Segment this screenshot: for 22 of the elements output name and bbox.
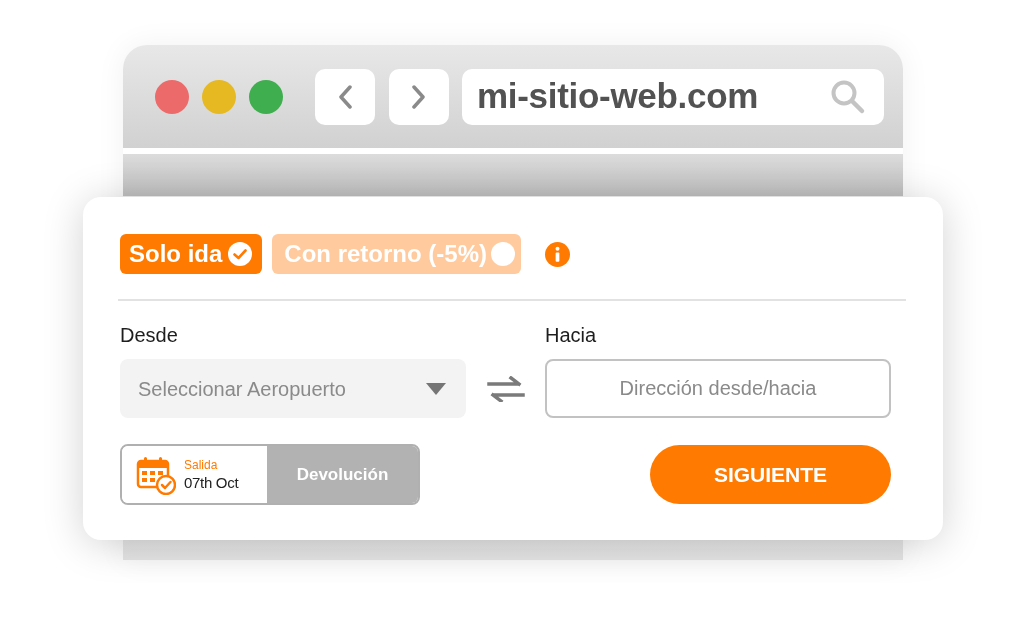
field-label: Desde: [120, 323, 179, 347]
caret-down-icon: [426, 382, 446, 395]
trip-option[interactable]: Con retorno (-5%): [272, 234, 521, 274]
next-button[interactable]: SIGUIENTE: [650, 445, 891, 504]
airport-select[interactable]: Seleccionar Aeropuerto: [120, 359, 466, 418]
back-button[interactable]: [315, 68, 375, 125]
address-bar[interactable]: mi-sitio-web.com: [462, 68, 884, 125]
swap-arrows-icon[interactable]: [486, 375, 525, 402]
date-value: 07th Oct: [184, 475, 239, 490]
radio-circle-icon: [491, 242, 515, 266]
forward-button[interactable]: [389, 68, 449, 125]
date-label: Salida: [184, 459, 219, 471]
trip-option[interactable]: Solo ida: [120, 234, 263, 274]
chevron-right-icon: [412, 84, 426, 109]
calendar-check-icon: [136, 454, 176, 495]
field-label: Hacia: [545, 323, 598, 347]
search-icon[interactable]: [830, 78, 866, 115]
check-circle-icon: [228, 242, 253, 266]
info-icon[interactable]: [545, 241, 570, 267]
chevron-left-icon: [338, 84, 352, 109]
address-input[interactable]: Dirección desde/hacia: [545, 359, 891, 418]
date-segment[interactable]: Devolución: [267, 446, 418, 503]
